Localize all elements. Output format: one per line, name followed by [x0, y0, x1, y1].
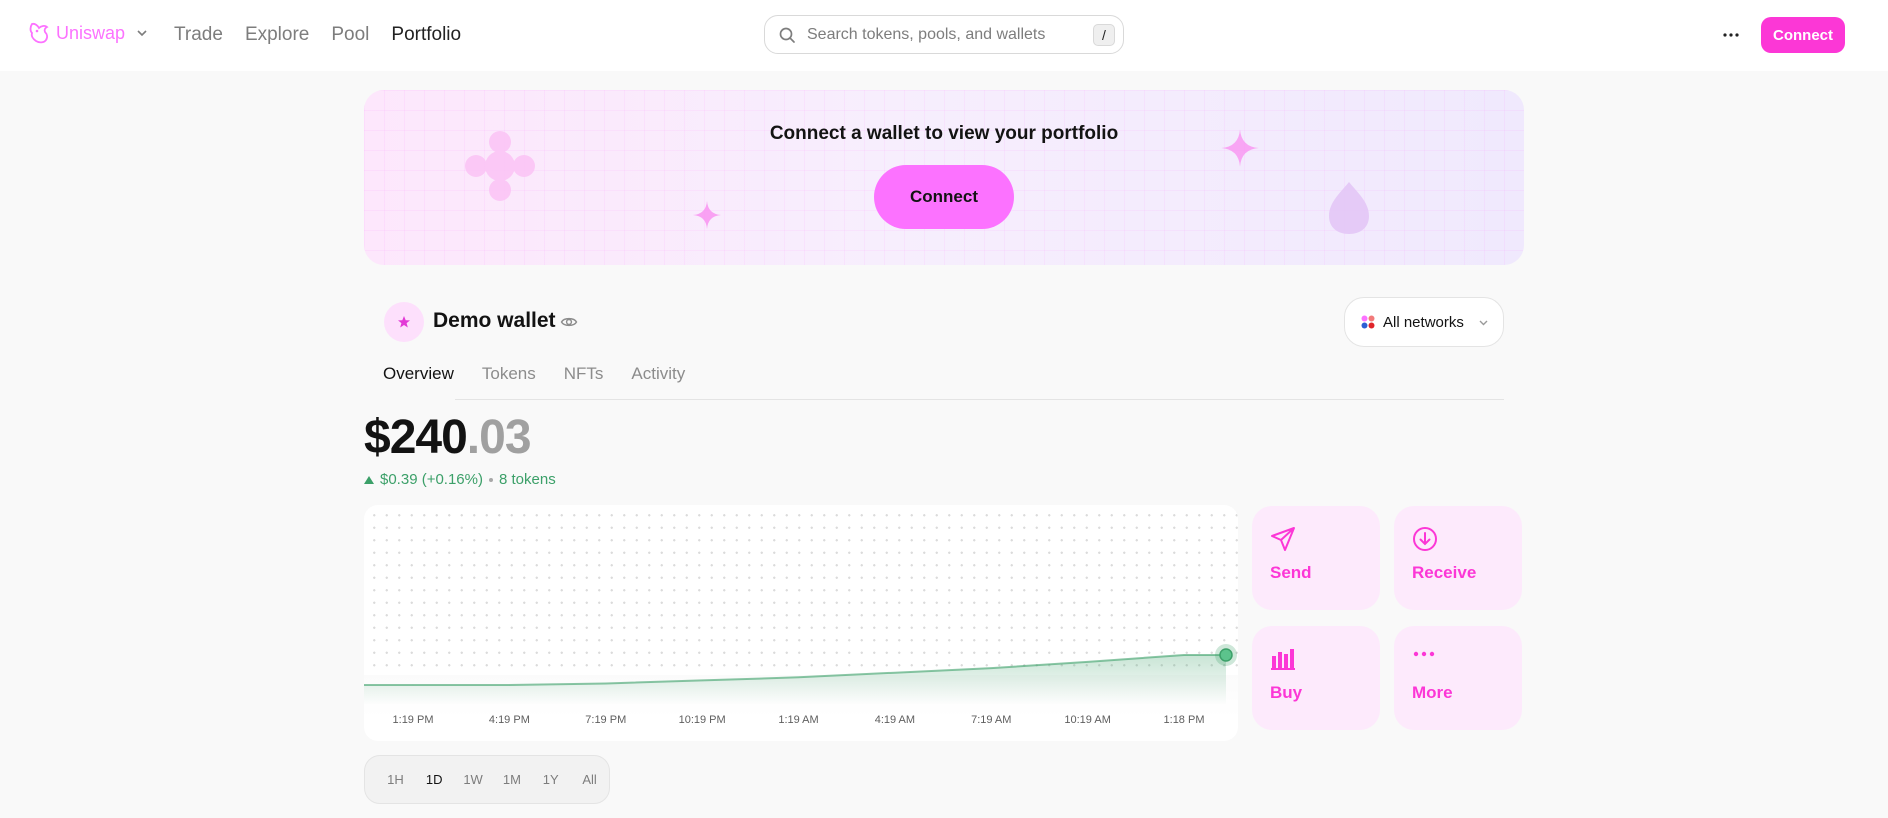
portfolio-chart[interactable]: [364, 505, 1238, 741]
x-tick-label: 4:19 PM: [488, 714, 530, 726]
range-1w[interactable]: 1W: [454, 772, 493, 787]
x-tick-label: 1:18 PM: [1163, 714, 1205, 726]
uniswap-unicorn-icon: [29, 22, 49, 44]
receive-label: Receive: [1412, 563, 1477, 582]
tab-overview[interactable]: Overview: [383, 364, 454, 384]
nav-portfolio[interactable]: Portfolio: [391, 24, 461, 46]
token-count: 8 tokens: [499, 471, 556, 488]
networks-grid-icon: [1361, 315, 1375, 329]
droplet-decoration-icon: [1329, 182, 1369, 234]
buy-button[interactable]: Buy: [1252, 626, 1380, 730]
main-nav: Trade Explore Pool Portfolio: [174, 24, 461, 46]
network-selector[interactable]: All networks: [1344, 297, 1504, 347]
balance-change-value: $0.39 (+0.16%): [380, 471, 483, 488]
x-tick-label: 10:19 AM: [1064, 714, 1111, 726]
nav-explore[interactable]: Explore: [245, 24, 309, 46]
tabs-divider: [455, 399, 1504, 400]
range-1h[interactable]: 1H: [376, 772, 415, 787]
chevron-down-icon: [137, 30, 147, 37]
chevron-down-icon: [1479, 320, 1488, 325]
receive-button[interactable]: Receive: [1394, 506, 1522, 610]
x-tick-label: 1:19 AM: [778, 714, 819, 726]
range-1m[interactable]: 1M: [492, 772, 531, 787]
more-actions-button[interactable]: More: [1394, 626, 1522, 730]
search-shortcut-key: /: [1093, 24, 1115, 46]
search-bar[interactable]: /: [764, 15, 1124, 54]
buy-label: Buy: [1270, 683, 1303, 702]
uniswap-logo-menu[interactable]: Uniswap: [26, 20, 149, 46]
range-1d[interactable]: 1D: [415, 772, 454, 787]
wallet-avatar: [384, 302, 424, 342]
time-range-selector: 1H 1D 1W 1M 1Y All: [364, 755, 610, 804]
x-tick-label: 1:19 PM: [392, 714, 434, 726]
up-arrow-icon: [364, 475, 374, 484]
send-button[interactable]: Send: [1252, 506, 1380, 610]
network-selector-label: All networks: [1383, 313, 1464, 331]
more-label: More: [1412, 683, 1453, 702]
eye-icon[interactable]: [560, 313, 578, 331]
brand-name: Uniswap: [56, 22, 126, 43]
x-tick-label: 7:19 AM: [971, 714, 1012, 726]
balance-whole: $240: [364, 411, 468, 464]
portfolio-balance: $240.03: [364, 410, 532, 465]
tab-tokens[interactable]: Tokens: [482, 364, 536, 384]
more-options-button[interactable]: [1720, 24, 1742, 46]
chart-area-fill: [364, 655, 1226, 705]
search-input[interactable]: [807, 25, 1077, 44]
send-label: Send: [1270, 563, 1312, 582]
wallet-name: Demo wallet: [433, 309, 556, 332]
range-all[interactable]: All: [570, 772, 609, 787]
x-tick-label: 4:19 AM: [874, 714, 916, 726]
tab-activity[interactable]: Activity: [631, 364, 685, 384]
buy-icon: [1271, 649, 1295, 670]
top-navigation-bar: Uniswap Trade Explore Pool Portfolio / C…: [0, 0, 1888, 71]
x-tick-label: 7:19 PM: [585, 714, 627, 726]
banner-connect-button[interactable]: Connect: [874, 165, 1014, 229]
send-icon: [1271, 527, 1295, 551]
range-1y[interactable]: 1Y: [531, 772, 570, 787]
portfolio-tabs: Overview Tokens NFTs Activity: [383, 364, 685, 384]
tab-nfts[interactable]: NFTs: [564, 364, 604, 384]
banner-title: Connect a wallet to view your portfolio: [769, 123, 1119, 144]
more-icon: [1413, 651, 1435, 657]
nav-pool[interactable]: Pool: [331, 24, 369, 46]
separator-dot: [489, 477, 493, 482]
connect-wallet-banner: Connect a wallet to view your portfolio …: [364, 90, 1524, 265]
ellipsis-icon: [1723, 33, 1739, 37]
chart-current-point[interactable]: [1219, 648, 1233, 662]
balance-change: $0.39 (+0.16%) 8 tokens: [364, 471, 556, 488]
receive-icon: [1413, 527, 1437, 551]
chart-line-svg: [364, 644, 1237, 705]
x-tick-label: 10:19 PM: [678, 714, 726, 726]
nav-trade[interactable]: Trade: [174, 24, 223, 46]
header-connect-button[interactable]: Connect: [1761, 17, 1845, 53]
star-icon: [398, 316, 410, 328]
balance-cents: .03: [466, 411, 532, 464]
sparkle-small-icon: [693, 201, 721, 229]
search-icon: [779, 27, 795, 43]
